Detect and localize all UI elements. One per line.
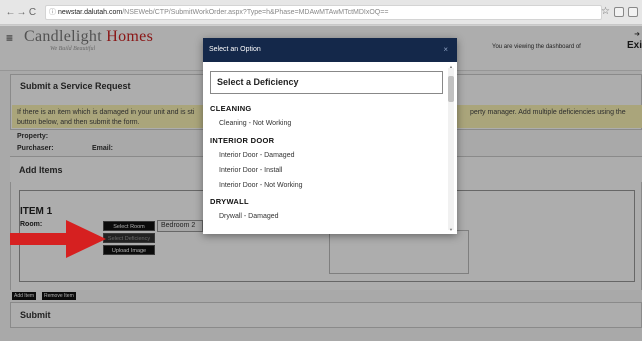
scrollbar-thumb[interactable] xyxy=(448,76,454,102)
group-drywall: DRYWALL xyxy=(210,197,249,206)
menu-extension-icon[interactable] xyxy=(628,7,638,17)
option-item[interactable]: Cleaning - Not Working xyxy=(219,120,291,127)
red-arrow-annotation xyxy=(10,220,106,258)
group-interior-door: INTERIOR DOOR xyxy=(210,136,275,145)
reload-icon[interactable]: C xyxy=(27,7,38,18)
modal-title: Select an Option xyxy=(209,46,261,53)
modal-body: Select a Deficiency CLEANING Cleaning - … xyxy=(203,62,457,234)
arrow-shape xyxy=(10,220,106,258)
option-item[interactable]: Drywall - Damaged xyxy=(219,213,279,220)
url-path: /NSEWeb/CTP/SubmitWorkOrder.aspx?Type=h&… xyxy=(122,9,389,16)
info-icon: ⓘ xyxy=(49,9,56,16)
address-bar[interactable]: ⓘ newstar.dalutah.com/NSEWeb/CTP/SubmitWo… xyxy=(45,5,602,20)
deficiency-select[interactable]: Select a Deficiency xyxy=(210,71,443,94)
forward-icon[interactable]: → xyxy=(16,7,27,18)
option-item[interactable]: Interior Door - Not Working xyxy=(219,182,303,189)
select-option-modal: Select an Option × Select a Deficiency C… xyxy=(203,38,457,234)
modal-header: Select an Option × xyxy=(203,38,457,62)
bookmark-star-icon[interactable]: ☆ xyxy=(601,7,610,17)
options-scrollbar[interactable] xyxy=(448,68,454,230)
group-cleaning: CLEANING xyxy=(210,104,252,113)
option-item[interactable]: Interior Door - Damaged xyxy=(219,152,294,159)
extension-icon[interactable] xyxy=(614,7,624,17)
scroll-up-icon[interactable]: ▲ xyxy=(449,64,453,69)
scroll-down-icon[interactable]: ▼ xyxy=(449,227,453,232)
browser-toolbar: ← → C ⓘ newstar.dalutah.com/NSEWeb/CTP/Su… xyxy=(0,0,642,25)
close-icon[interactable]: × xyxy=(443,38,448,62)
back-icon[interactable]: ← xyxy=(5,7,16,18)
url-host: newstar.dalutah.com xyxy=(58,9,123,16)
option-item[interactable]: Interior Door - Install xyxy=(219,167,282,174)
